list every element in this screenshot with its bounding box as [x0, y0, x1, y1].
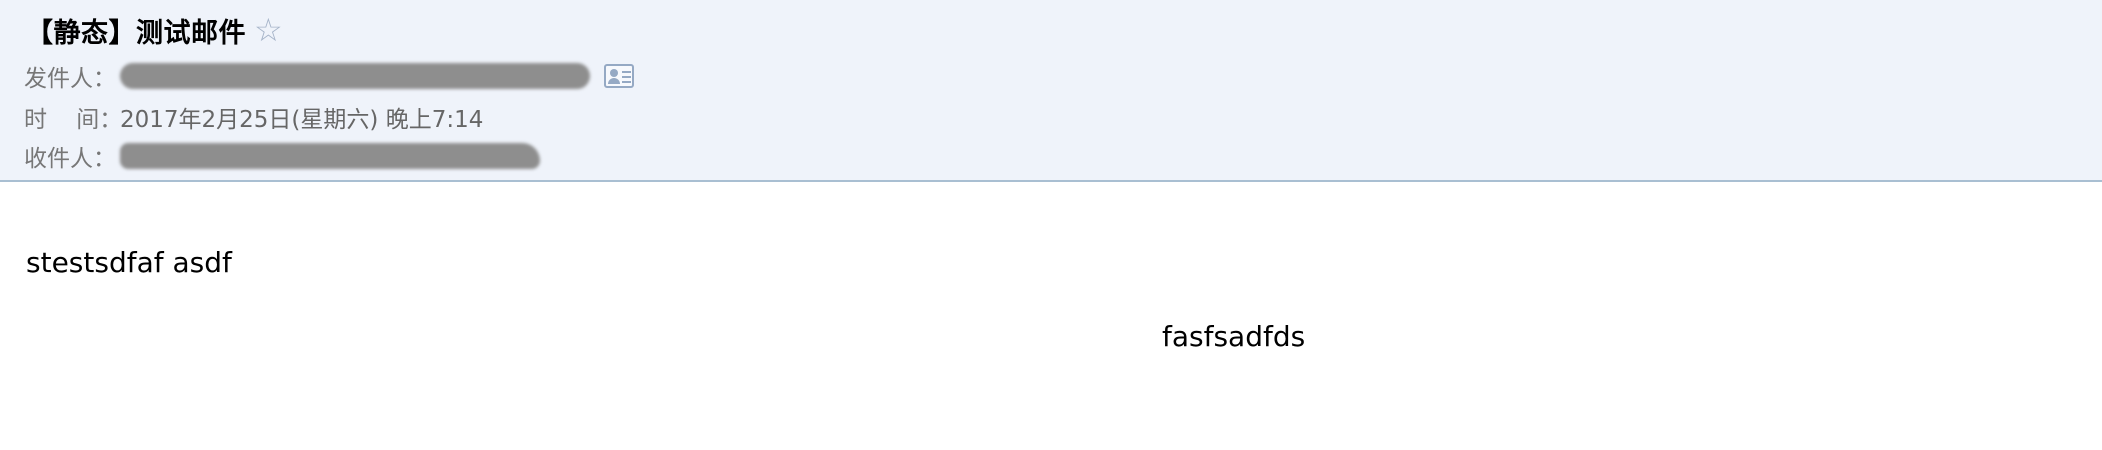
time-value: 2017年2月25日(星期六) 晚上7:14 [120, 107, 484, 133]
recipient-row: 收件人： [24, 139, 540, 173]
sender-label: 发件人： [24, 66, 116, 92]
star-icon[interactable]: ☆ [254, 14, 283, 46]
body-text-line-centered: fasfsadfds [1162, 320, 1306, 353]
time-label: 时 间： [24, 107, 123, 133]
mail-subject: 【静态】测试邮件 [26, 17, 246, 49]
recipient-redacted [120, 143, 540, 169]
contact-card-icon[interactable] [604, 64, 634, 88]
subject-row: 【静态】测试邮件 ☆ [26, 10, 283, 50]
sender-redacted [120, 63, 590, 89]
mail-body: stestsdfaf asdf fasfsadfds [0, 182, 2102, 450]
body-text-line: stestsdfaf asdf [26, 246, 232, 279]
time-row: 时 间： 2017年2月25日(星期六) 晚上7:14 [24, 100, 483, 134]
sender-row: 发件人： [24, 59, 634, 93]
mail-header: 【静态】测试邮件 ☆ 发件人： 时 间： 2017年2月25日(星期六) 晚上7… [0, 0, 2102, 182]
recipient-label: 收件人： [24, 146, 116, 172]
